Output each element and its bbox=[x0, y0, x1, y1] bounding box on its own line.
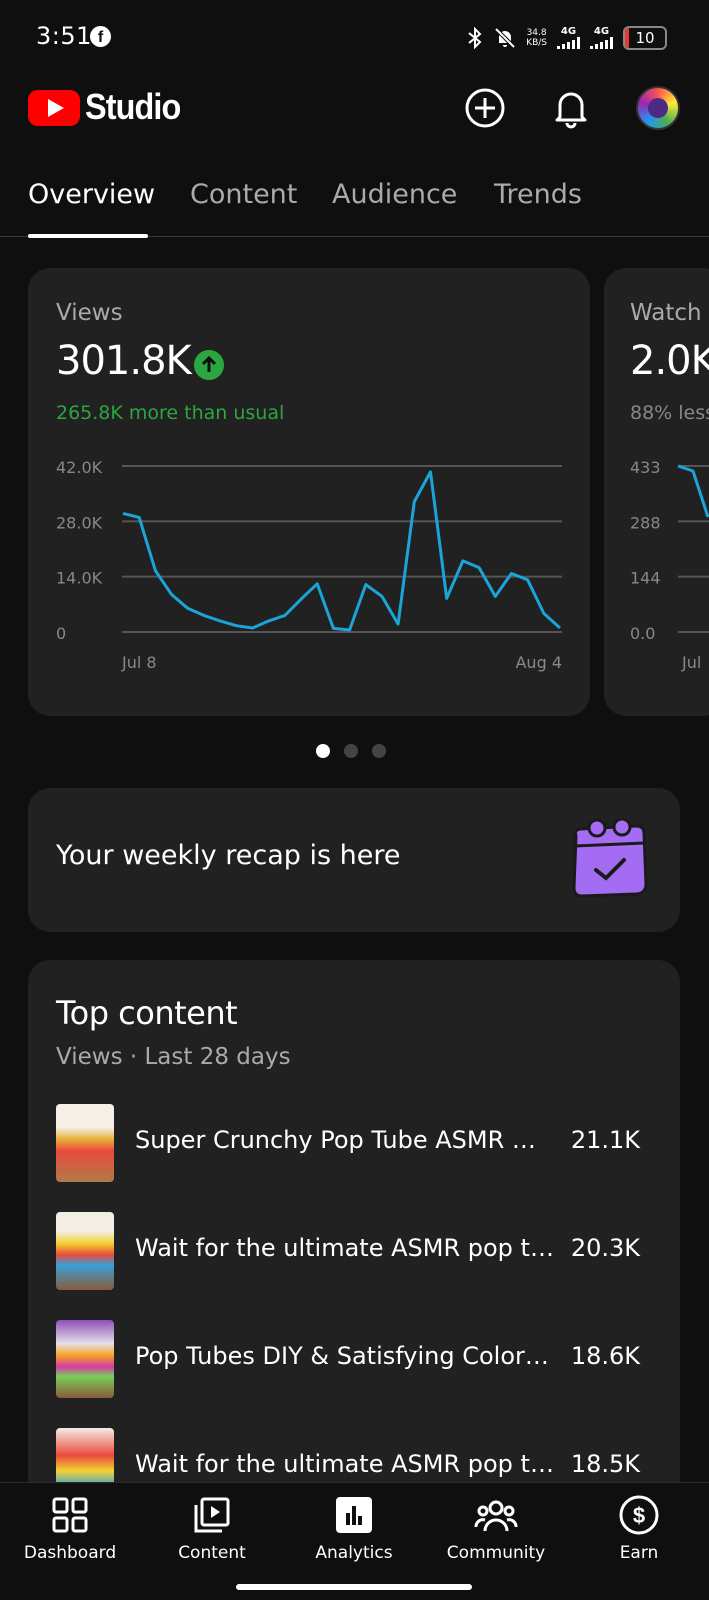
series-line bbox=[677, 464, 709, 518]
tab-overview[interactable]: Overview bbox=[28, 179, 155, 210]
svg-text:$: $ bbox=[633, 1503, 645, 1528]
tab-content[interactable]: Content bbox=[190, 179, 297, 210]
signal-2-label: 4G bbox=[593, 26, 610, 37]
list-item[interactable]: Pop Tubes DIY & Satisfying Color M... 18… bbox=[28, 1320, 668, 1400]
pager-dot[interactable] bbox=[344, 744, 358, 758]
y-tick-label: 433 bbox=[630, 458, 661, 477]
y-tick-label: 0.0 bbox=[630, 624, 655, 643]
home-indicator bbox=[236, 1584, 472, 1590]
calendar-check-icon bbox=[572, 818, 648, 898]
watch-value: 2.0K bbox=[630, 338, 709, 384]
avatar[interactable] bbox=[636, 86, 680, 130]
bell-muted-icon bbox=[494, 27, 516, 49]
watch-time-card[interactable]: Watch 2.0K 88% less 0.0 144 288 433 Jul bbox=[604, 268, 709, 716]
battery-level: 10 bbox=[635, 29, 655, 47]
signal-1-label: 4G bbox=[560, 26, 577, 37]
create-button[interactable] bbox=[463, 86, 507, 130]
series-line bbox=[122, 470, 562, 632]
status-icons: 34.8 KB/S 4G 4G 10 bbox=[466, 24, 667, 52]
video-thumbnail bbox=[56, 1320, 114, 1398]
video-title: Wait for the ultimate ASMR pop tub... bbox=[135, 1234, 555, 1262]
video-views: 21.1K bbox=[570, 1126, 640, 1154]
bottom-nav: Dashboard Content Analytics Community $ … bbox=[0, 1482, 709, 1600]
top-content-title: Top content bbox=[56, 994, 238, 1032]
list-item[interactable]: Super Crunchy Pop Tube ASMR 🌈#... 21.1K bbox=[28, 1104, 668, 1184]
y-tick-label: 42.0K bbox=[56, 458, 103, 477]
y-tick-label: 28.0K bbox=[56, 513, 103, 532]
nav-dashboard[interactable]: Dashboard bbox=[5, 1493, 135, 1563]
pager-dot[interactable] bbox=[372, 744, 386, 758]
dashboard-icon bbox=[52, 1497, 88, 1533]
views-chart: 0 14.0K 28.0K 42.0K Jul 8 Aug 4 bbox=[56, 458, 562, 672]
signal-1: 4G bbox=[557, 27, 580, 49]
views-value: 301.8K bbox=[56, 338, 192, 384]
video-title: Wait for the ultimate ASMR pop tube... bbox=[135, 1450, 555, 1478]
top-content-card: Top content Views · Last 28 days Super C… bbox=[28, 960, 680, 1520]
signal-bars-icon bbox=[557, 37, 580, 49]
watch-delta: 88% less bbox=[630, 402, 709, 424]
video-views: 18.5K bbox=[570, 1450, 640, 1478]
tab-audience[interactable]: Audience bbox=[332, 179, 457, 210]
y-tick-label: 144 bbox=[630, 569, 661, 588]
recap-text: Your weekly recap is here bbox=[56, 840, 401, 871]
nav-label: Community bbox=[446, 1543, 546, 1563]
y-tick-label: 0 bbox=[56, 624, 66, 643]
video-title: Pop Tubes DIY & Satisfying Color M... bbox=[135, 1342, 555, 1370]
create-icon bbox=[465, 88, 505, 128]
content-icon bbox=[194, 1497, 230, 1533]
net-speed-unit: KB/S bbox=[526, 38, 547, 48]
y-tick-label: 14.0K bbox=[56, 569, 103, 588]
signal-bars-icon bbox=[590, 37, 613, 49]
x-tick-label: Aug 4 bbox=[515, 653, 562, 672]
carousel-pager bbox=[316, 744, 386, 758]
video-thumbnail bbox=[56, 1104, 114, 1182]
video-views: 20.3K bbox=[570, 1234, 640, 1262]
net-speed-value: 34.8 bbox=[526, 28, 547, 38]
youtube-logo-icon[interactable] bbox=[28, 90, 80, 126]
views-label: Views bbox=[56, 300, 123, 326]
list-item[interactable]: Wait for the ultimate ASMR pop tub... 20… bbox=[28, 1212, 668, 1292]
video-thumbnail bbox=[56, 1212, 114, 1290]
x-tick-label: Jul bbox=[681, 653, 701, 672]
analytics-icon bbox=[336, 1497, 372, 1533]
earn-icon: $ bbox=[619, 1495, 659, 1535]
nav-label: Earn bbox=[619, 1543, 659, 1563]
status-time: 3:51 bbox=[36, 22, 92, 50]
nav-analytics[interactable]: Analytics bbox=[289, 1493, 419, 1563]
net-speed: 34.8 KB/S bbox=[526, 28, 547, 48]
bluetooth-icon bbox=[468, 27, 482, 49]
nav-earn[interactable]: $ Earn bbox=[574, 1493, 704, 1563]
app-name: Studio bbox=[85, 86, 181, 127]
weekly-recap-card[interactable]: Your weekly recap is here bbox=[28, 788, 680, 932]
notifications-button[interactable] bbox=[549, 86, 593, 130]
nav-community[interactable]: Community bbox=[431, 1493, 561, 1563]
views-delta: 265.8K more than usual bbox=[56, 402, 285, 424]
x-tick-label: Jul 8 bbox=[121, 653, 157, 672]
nav-content[interactable]: Content bbox=[147, 1493, 277, 1563]
facebook-icon: f bbox=[90, 26, 111, 47]
watch-label: Watch bbox=[630, 300, 702, 326]
nav-label: Analytics bbox=[315, 1543, 393, 1563]
tab-indicator bbox=[28, 234, 148, 238]
views-card[interactable]: Views 301.8K 265.8K more than usual 0 14.… bbox=[28, 268, 590, 716]
arrow-up-icon bbox=[194, 350, 224, 380]
top-content-subtitle: Views · Last 28 days bbox=[56, 1044, 291, 1070]
video-views: 18.6K bbox=[570, 1342, 640, 1370]
signal-2: 4G bbox=[590, 27, 613, 49]
tab-trends[interactable]: Trends bbox=[494, 179, 582, 210]
nav-label: Dashboard bbox=[23, 1543, 117, 1563]
y-tick-label: 288 bbox=[630, 513, 661, 532]
pager-dot[interactable] bbox=[316, 744, 330, 758]
tab-bar: Overview Content Audience Trends bbox=[0, 165, 709, 238]
watch-chart: 0.0 144 288 433 Jul bbox=[630, 458, 709, 672]
status-bar: 3:51 f 34.8 KB/S 4G 4G 10 bbox=[0, 0, 709, 72]
battery-icon: 10 bbox=[623, 26, 667, 50]
community-icon bbox=[474, 1500, 518, 1532]
video-title: Super Crunchy Pop Tube ASMR 🌈#... bbox=[135, 1126, 555, 1154]
bell-icon bbox=[555, 92, 587, 129]
app-header: Studio bbox=[0, 80, 709, 140]
nav-label: Content bbox=[178, 1543, 246, 1563]
